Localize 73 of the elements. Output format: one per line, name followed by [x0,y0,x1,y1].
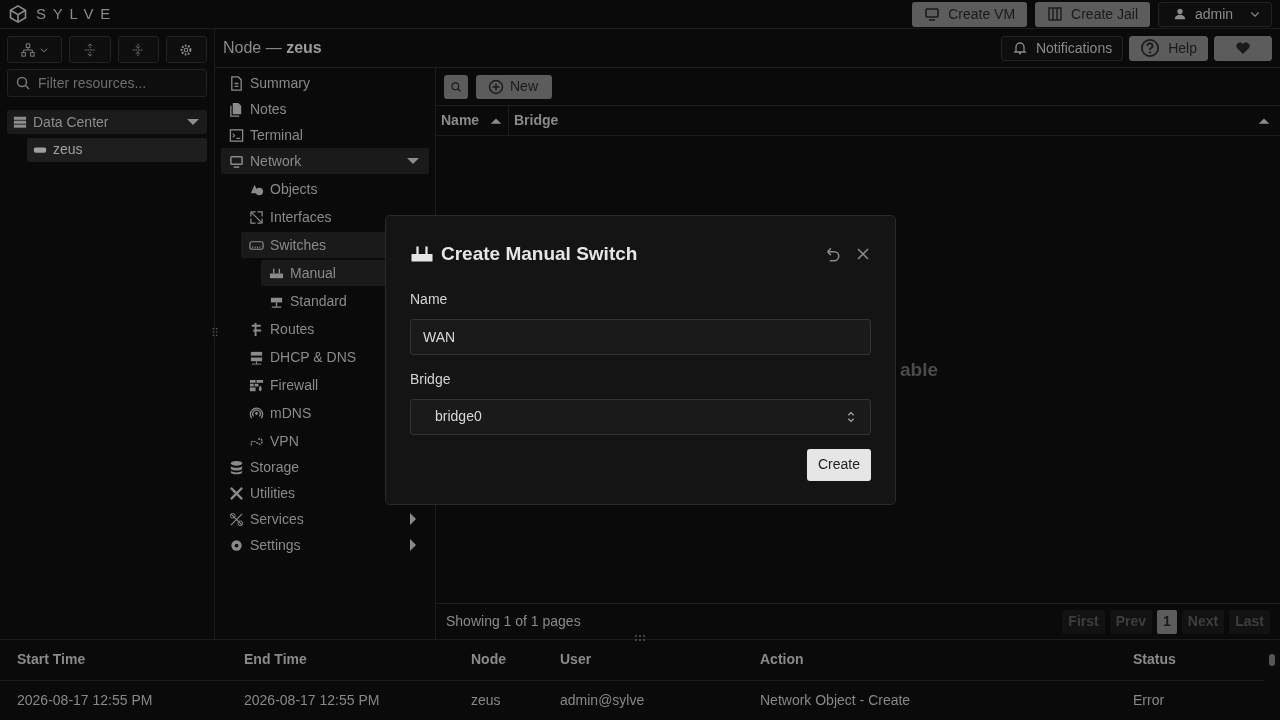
nav-item[interactable]: Notes [221,96,429,122]
table-cell: Error [1116,680,1264,720]
column-header[interactable]: End Time [227,640,454,680]
bell-icon [1011,40,1028,56]
monitor-icon [229,153,244,169]
document-icon [229,75,244,91]
grip-icon [634,632,646,644]
nav-item[interactable]: Storage [221,454,429,480]
firewall-icon [249,377,264,393]
tree-item[interactable]: zeus [27,137,207,162]
nav-item[interactable]: Network [221,148,429,174]
nav-item[interactable]: Settings [221,532,429,558]
plus-circle-icon [488,78,504,95]
expand-icon [82,42,97,57]
settings-icon [179,42,194,57]
empty-message: able [900,358,939,382]
nav-item[interactable]: Summary [221,70,429,96]
server-stack-icon [249,349,264,365]
table-cell: zeus [454,680,543,720]
column-header[interactable]: Status [1116,640,1264,680]
signpost-icon [249,321,264,337]
create-button[interactable]: Create [806,448,871,481]
notifications-button[interactable]: Notifications [1000,35,1124,61]
scroll-thumb-icon [1266,654,1278,666]
jail-icon [1047,6,1064,22]
table-cell: Network Object - Create [743,680,1116,720]
cube-icon [8,4,28,24]
notes-icon [229,101,244,117]
settings-icon [229,537,244,553]
server-rack-icon [13,115,27,129]
database-icon [229,459,244,475]
tools-icon [229,485,244,501]
table-cell: 2026-08-17 12:55 PM [227,680,454,720]
services-icon [229,511,244,527]
nav-item[interactable]: Objects [241,176,429,202]
nav-item[interactable]: Utilities [221,480,429,506]
dialog-title: Create Manual Switch [441,242,638,266]
heart-icon [1235,40,1251,56]
table-cell: 2026-08-17 12:55 PM [0,680,227,720]
broadcast-icon [249,405,264,421]
donate-button[interactable] [1214,35,1272,61]
help-icon [1140,38,1161,58]
hierarchy-icon [20,42,35,57]
column-header[interactable]: Node [454,640,543,680]
field-label: Bridge [410,369,451,389]
breadcrumb-title: Node — zeus [223,38,323,58]
page-summary: Showing 1 of 1 pages [446,612,582,631]
monitor-icon [924,6,941,22]
terminal-icon [229,127,244,143]
column-header[interactable]: Bridge [509,106,1280,135]
nav-item[interactable]: Services [221,506,429,532]
column-header[interactable]: User [543,640,743,680]
settings-button[interactable] [165,36,207,63]
table-cell: admin@sylve [543,680,743,720]
user-menu-button[interactable]: admin [1158,1,1272,27]
filter-field[interactable]: Filter resources... [7,69,207,97]
column-header[interactable]: Name [436,106,509,135]
search-icon [15,75,31,91]
interface-icon [249,209,264,225]
brand-name: SYLVE [36,3,117,24]
nav-item[interactable]: Interfaces [241,204,429,230]
field-label: Name [410,289,448,309]
user-icon [1173,7,1187,21]
input-field[interactable]: WAN [410,318,871,355]
select-field[interactable]: bridge0 [410,398,871,435]
view-mode-button[interactable] [7,36,63,63]
column-header[interactable]: Action [743,640,1116,680]
nav-item[interactable]: Terminal [221,122,429,148]
tree-item[interactable]: Data Center [7,110,207,134]
grip-icon [210,327,220,337]
column-header[interactable]: Start Time [0,640,227,680]
collapse-icon [131,42,146,57]
search-button[interactable] [444,74,468,99]
